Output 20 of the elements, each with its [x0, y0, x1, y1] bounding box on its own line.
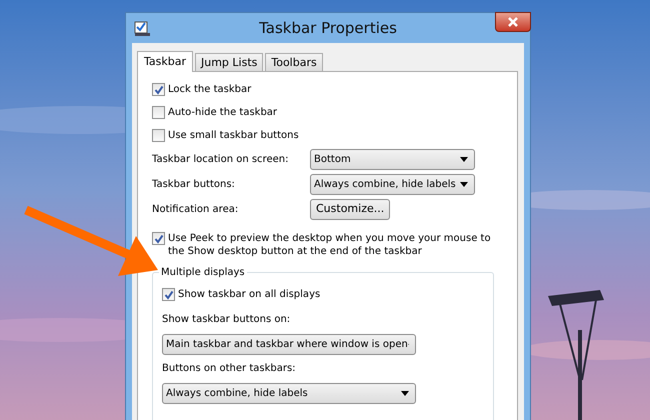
- tab[interactable]: Toolbars: [265, 53, 323, 71]
- field-label: Buttons on other taskbars:: [162, 362, 297, 376]
- checkbox-label: Lock the taskbar: [168, 83, 252, 97]
- dropdown[interactable]: Main taskbar and taskbar where window is open: [162, 334, 416, 355]
- checkbox-label: Use Peek to preview the desktop when you move your mouse to the Show desktop button at the end of the taskbar: [168, 232, 492, 258]
- dropdown[interactable]: Always combine, hide labels: [162, 383, 416, 404]
- dropdown[interactable]: Bottom: [310, 149, 475, 170]
- checkbox-label: Auto-hide the taskbar: [168, 106, 278, 120]
- field-label: Taskbar buttons:: [152, 178, 236, 192]
- field-label: Notification area:: [152, 203, 240, 217]
- field-label: Taskbar location on screen:: [152, 153, 290, 167]
- dropdown[interactable]: Always combine, hide labels: [310, 174, 475, 195]
- window-title: Taskbar Properties: [259, 18, 397, 39]
- field-label: Show taskbar buttons on:: [162, 313, 292, 327]
- group-title: Multiple displays: [159, 265, 247, 280]
- checkbox-label: Show taskbar on all displays: [178, 288, 320, 302]
- tab[interactable]: Jump Lists: [195, 53, 264, 71]
- checkbox-label: Use small taskbar buttons: [168, 129, 299, 143]
- tab[interactable]: Taskbar: [137, 51, 193, 72]
- customize-button[interactable]: Customize...: [310, 199, 390, 220]
